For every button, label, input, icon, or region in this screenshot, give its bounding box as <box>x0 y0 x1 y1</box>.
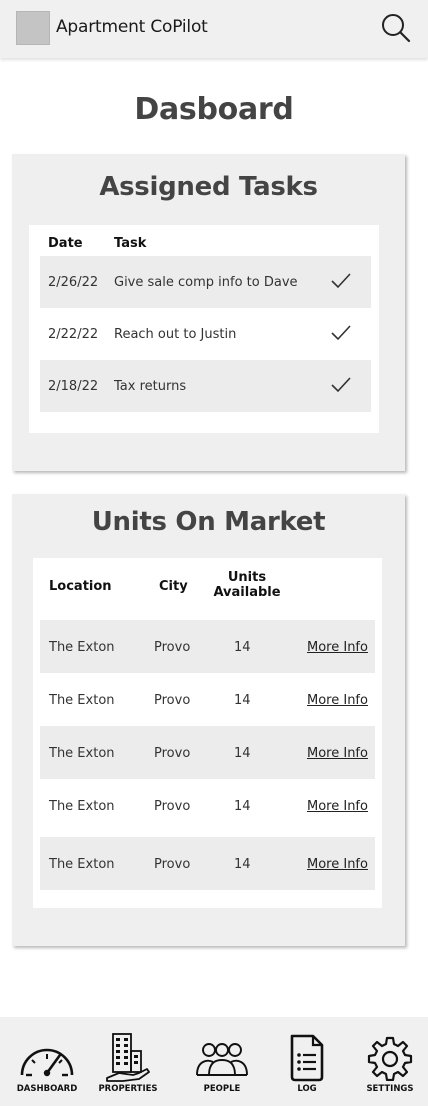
search-button[interactable] <box>380 12 412 44</box>
task-row[interactable]: 2/22/22 Reach out to Justin <box>40 308 371 360</box>
task-date: 2/18/22 <box>48 379 99 394</box>
unit-location: The Exton <box>49 693 115 708</box>
units-on-market-title: Units On Market <box>91 507 326 537</box>
column-header-city: City <box>159 579 188 594</box>
assigned-tasks-title: Assigned Tasks <box>99 172 318 202</box>
nav-label: DASHBOARD <box>16 1084 78 1094</box>
unit-count: 14 <box>234 640 251 655</box>
dashboard-gauge-icon <box>20 1048 74 1077</box>
checkmark-icon[interactable] <box>330 272 352 290</box>
unit-location: The Exton <box>49 746 115 761</box>
unit-location: The Exton <box>49 640 115 655</box>
unit-row: The Exton Provo 14 More Info <box>40 779 375 832</box>
more-info-link[interactable]: More Info <box>307 693 368 708</box>
column-header-location: Location <box>49 579 112 594</box>
column-header-units-available: Units Available <box>211 570 283 600</box>
task-description: Give sale comp info to Dave <box>114 275 298 290</box>
more-info-link[interactable]: More Info <box>307 746 368 761</box>
task-row[interactable]: 2/26/22 Give sale comp info to Dave <box>40 256 371 308</box>
nav-label: LOG <box>297 1084 317 1094</box>
task-description: Reach out to Justin <box>114 327 237 342</box>
nav-item-log[interactable]: LOG <box>276 1017 338 1106</box>
nav-item-settings[interactable]: SETTINGS <box>356 1017 424 1106</box>
task-row[interactable]: 2/18/22 Tax returns <box>40 360 371 412</box>
column-header-units-line2: Available <box>213 585 281 600</box>
assigned-tasks-card: Assigned Tasks Date Task 2/26/22 Give sa… <box>12 154 405 471</box>
task-description: Tax returns <box>114 379 187 394</box>
nav-label: PROPERTIES <box>98 1084 158 1094</box>
unit-row: The Exton Provo 14 More Info <box>40 837 375 890</box>
column-header-units-line1: Units <box>227 570 267 585</box>
building-icon <box>106 1033 150 1082</box>
more-info-link[interactable]: More Info <box>307 640 368 655</box>
task-date: 2/22/22 <box>48 327 99 342</box>
unit-city: Provo <box>154 799 191 814</box>
app-header: Apartment CoPilot <box>0 0 428 58</box>
logo[interactable] <box>16 11 50 45</box>
task-date: 2/26/22 <box>48 275 99 290</box>
bottom-nav: DASHBOARD PROPERTIES PEOPLE LOG SETTINGS <box>0 1017 428 1106</box>
unit-city: Provo <box>154 640 191 655</box>
tasks-table: Date Task 2/26/22 Give sale comp info to… <box>29 225 379 433</box>
column-header-date: Date <box>48 236 83 251</box>
app-title: Apartment CoPilot <box>56 17 208 37</box>
unit-city: Provo <box>154 857 191 872</box>
unit-count: 14 <box>234 799 251 814</box>
unit-location: The Exton <box>49 799 115 814</box>
unit-location: The Exton <box>49 857 115 872</box>
log-document-icon <box>290 1034 324 1082</box>
nav-label: PEOPLE <box>203 1084 241 1094</box>
nav-item-properties[interactable]: PROPERTIES <box>92 1017 164 1106</box>
people-icon <box>196 1043 248 1076</box>
column-header-task: Task <box>114 236 147 251</box>
more-info-link[interactable]: More Info <box>307 857 368 872</box>
unit-count: 14 <box>234 857 251 872</box>
unit-row: The Exton Provo 14 More Info <box>40 673 375 726</box>
checkmark-icon[interactable] <box>330 376 352 394</box>
unit-city: Provo <box>154 746 191 761</box>
checkmark-icon[interactable] <box>330 324 352 342</box>
units-table: Location City Units Available The Exton … <box>33 558 382 908</box>
more-info-link[interactable]: More Info <box>307 799 368 814</box>
page-title: Dasboard <box>134 92 294 127</box>
unit-city: Provo <box>154 693 191 708</box>
unit-row: The Exton Provo 14 More Info <box>40 620 375 673</box>
unit-count: 14 <box>234 746 251 761</box>
search-icon <box>382 14 411 43</box>
nav-item-dashboard[interactable]: DASHBOARD <box>8 1017 86 1106</box>
unit-count: 14 <box>234 693 251 708</box>
gear-icon <box>367 1036 413 1081</box>
nav-label: SETTINGS <box>366 1084 414 1094</box>
nav-item-people[interactable]: PEOPLE <box>186 1017 258 1106</box>
units-on-market-card: Units On Market Location City Units Avai… <box>12 494 405 946</box>
unit-row: The Exton Provo 14 More Info <box>40 726 375 779</box>
